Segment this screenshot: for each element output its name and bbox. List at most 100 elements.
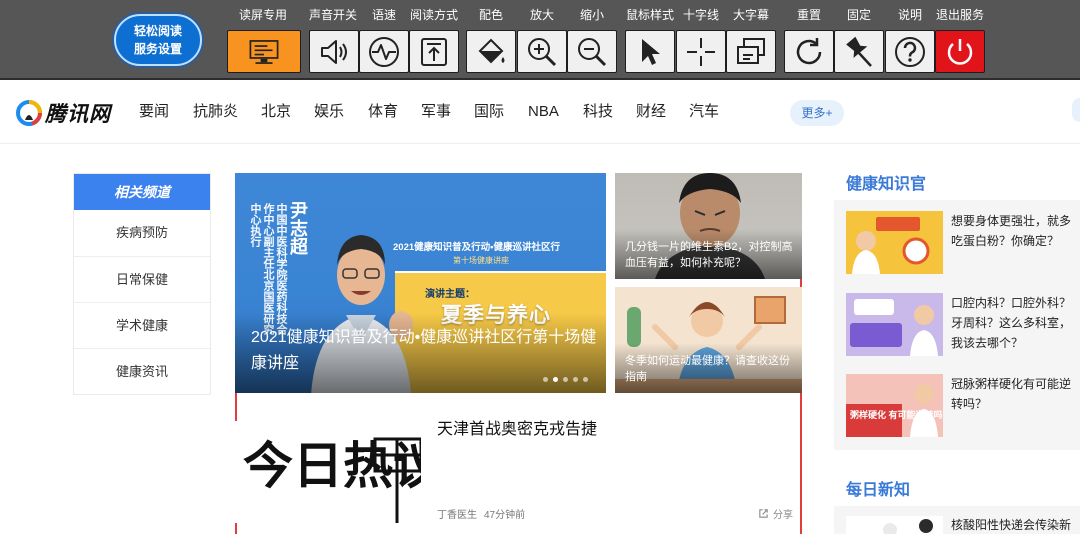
health-item[interactable]: 粥样硬化 有可能逆转吗？ 冠脉粥样硬化有可能逆转吗？: [846, 374, 1080, 438]
health-item-title: 冠脉粥样硬化有可能逆转吗？: [951, 377, 1072, 411]
nav-item-nba[interactable]: NBA: [528, 102, 559, 122]
sound-toggle-button[interactable]: [309, 30, 359, 73]
today-discussion-graphic: 今日热议: [235, 421, 421, 523]
tool-label-exit: 退出服务: [935, 8, 985, 22]
article-title[interactable]: 天津首战奥密克戎告捷: [437, 419, 597, 441]
reading-mode-button[interactable]: [409, 30, 459, 73]
service-settings-label: 服务设置: [133, 42, 182, 56]
crosshair-button[interactable]: [676, 30, 726, 73]
color-scheme-icon: [478, 38, 505, 63]
cursor-style-button[interactable]: [625, 30, 675, 73]
pin-icon: [846, 36, 872, 67]
health-expert-section-title[interactable]: 健康知识官: [846, 170, 926, 194]
hero-topic-label: 演讲主题：: [425, 289, 475, 300]
easy-reading-settings-button[interactable]: 轻松阅读 服务设置: [114, 14, 202, 66]
zoom-out-button[interactable]: [567, 30, 617, 73]
reset-button[interactable]: [784, 30, 834, 73]
health-item-thumbnail: 粥样硬化 有可能逆转吗？: [846, 374, 943, 437]
caption-icon: [737, 37, 765, 64]
tool-label-caption: 大字幕: [732, 8, 770, 22]
large-caption-button[interactable]: [726, 30, 776, 73]
tool-label-zoom-in: 放大: [529, 8, 555, 22]
daily-news-thumbnail[interactable]: [846, 516, 943, 534]
hero-caption[interactable]: 2021健康知识普及行动•健康巡讲社区行第十场健康讲座: [251, 325, 601, 377]
carousel-dot[interactable]: [573, 377, 578, 382]
tool-label-help: 说明: [897, 8, 923, 22]
health-item[interactable]: 想要身体更强壮，就多吃蛋白粉？你确定？: [846, 211, 1080, 275]
thumb-headline-text: 今日热议: [243, 438, 421, 494]
speech-rate-icon: [369, 36, 399, 67]
tool-label-reading-mode: 阅读方式: [409, 8, 459, 22]
exit-service-button[interactable]: [935, 30, 985, 73]
screen-reader-button[interactable]: [227, 30, 301, 73]
zoom-out-icon: [578, 37, 607, 66]
channel-health-news[interactable]: 健康资讯: [74, 348, 210, 394]
related-channels-title: 相关频道: [74, 174, 210, 210]
daily-news-section-title[interactable]: 每日新知: [846, 476, 910, 500]
carousel-dot[interactable]: [543, 377, 548, 382]
share-icon: [759, 509, 768, 518]
brand-name: 腾讯网: [45, 103, 111, 126]
nav-item-headlines[interactable]: 要闻: [139, 102, 169, 122]
health-item[interactable]: 口腔内科？口腔外科？牙周科？这么多科室，我该去哪个？: [846, 293, 1080, 357]
help-button[interactable]: [885, 30, 935, 73]
article-thumbnail[interactable]: 今日热议: [235, 421, 421, 523]
screen-reader-icon: [249, 39, 279, 64]
article-source[interactable]: 丁香医生: [437, 506, 477, 521]
share-label: 分享: [773, 510, 793, 521]
health-item-thumbnail: [846, 211, 943, 274]
site-navigation: 腾讯网 要闻 抗肺炎 北京 娱乐 体育 军事 国际 NBA 科技 财经 汽车 更…: [0, 82, 1080, 144]
tool-label-zoom-out: 缩小: [579, 8, 605, 22]
health-item-title: 口腔内科？口腔外科？牙周科？这么多科室，我该去哪个？: [951, 296, 1072, 350]
power-icon: [947, 38, 973, 65]
pin-toolbar-button[interactable]: [834, 30, 884, 73]
hero-event-title: 2021健康知识普及行动•健康巡讲社区行: [393, 242, 560, 253]
tool-label-sound: 声音开关: [308, 8, 358, 22]
channel-daily-care[interactable]: 日常保健: [74, 256, 210, 302]
zoom-in-icon: [528, 37, 557, 66]
side-news-card-exercise[interactable]: 冬季如何运动最健康？请查收这份指南: [615, 287, 802, 393]
tool-label-cursor: 鼠标样式: [625, 8, 675, 22]
nav-item-world[interactable]: 国际: [474, 102, 504, 122]
reading-mode-icon: [421, 37, 447, 66]
speech-rate-button[interactable]: [359, 30, 409, 73]
color-scheme-button[interactable]: [466, 30, 516, 73]
share-button[interactable]: 分享: [758, 506, 793, 521]
hero-carousel[interactable]: 中国中医科学院医药科技合作中心副主任北京国医研究中心执行 尹志超 2021健康知…: [235, 173, 606, 393]
carousel-indicators: [543, 377, 588, 382]
cursor-icon: [642, 38, 660, 65]
side-card-caption: 几分钱一片的维生素B2，对控制高血压有益，如何补充呢？: [625, 241, 793, 269]
tool-label-crosshair: 十字线: [682, 8, 720, 22]
easy-reading-label: 轻松阅读: [133, 24, 182, 38]
nav-side-button[interactable]: [1072, 98, 1080, 122]
carousel-dot[interactable]: [563, 377, 568, 382]
zoom-in-button[interactable]: [517, 30, 567, 73]
carousel-dot-active[interactable]: [553, 377, 558, 382]
related-channels: 相关频道 疾病预防 日常保健 学术健康 健康资讯: [73, 173, 211, 395]
reset-icon: [796, 37, 822, 64]
channel-disease-prevention[interactable]: 疾病预防: [74, 210, 210, 256]
nav-item-beijing[interactable]: 北京: [261, 102, 291, 122]
hero-event-subtitle: 第十场健康讲座: [453, 256, 509, 265]
nav-item-tech[interactable]: 科技: [583, 102, 613, 122]
nav-item-entertainment[interactable]: 娱乐: [314, 102, 344, 122]
nav-more-button[interactable]: 更多+: [790, 100, 844, 126]
nav-item-sports[interactable]: 体育: [368, 102, 398, 122]
tencent-logo-icon: [16, 100, 42, 126]
health-item-title: 想要身体更强壮，就多吃蛋白粉？你确定？: [951, 214, 1072, 248]
nav-item-auto[interactable]: 汽车: [689, 102, 719, 122]
nav-item-military[interactable]: 军事: [421, 102, 451, 122]
nav-item-finance[interactable]: 财经: [636, 102, 666, 122]
brand-logo[interactable]: 腾讯网: [16, 99, 111, 127]
help-icon: [895, 36, 925, 67]
channel-academic-health[interactable]: 学术健康: [74, 302, 210, 348]
tool-label-color: 配色: [478, 8, 504, 22]
tool-label-screen-reader: 读屏专用: [238, 8, 288, 22]
daily-news-item-title[interactable]: 核酸阳性快递会传染新: [951, 515, 1080, 535]
tool-label-reset: 重置: [796, 8, 822, 22]
speaker-icon: [321, 39, 347, 64]
nav-item-covid[interactable]: 抗肺炎: [193, 102, 238, 122]
side-news-card-vitamin[interactable]: 几分钱一片的维生素B2，对控制高血压有益，如何补充呢？: [615, 173, 802, 279]
carousel-dot[interactable]: [583, 377, 588, 382]
article-time: 47分钟前: [484, 510, 526, 521]
